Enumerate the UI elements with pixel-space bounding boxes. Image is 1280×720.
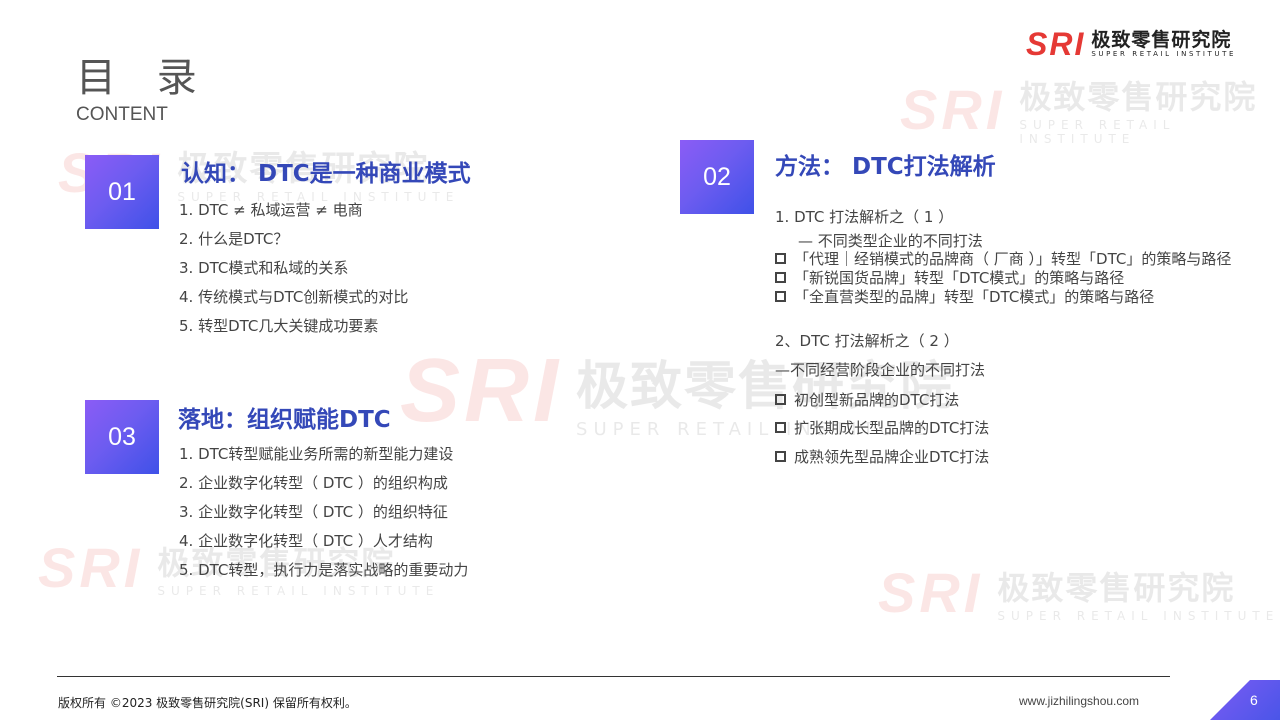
website-link[interactable]: www.jizhilingshou.com [1019, 694, 1139, 708]
logo-cn-name: 极致零售研究院 [1091, 28, 1232, 51]
watermark-cn: 极致零售研究院 [997, 568, 1236, 607]
section-title: 认知： DTC是一种商业模式 [181, 161, 471, 187]
watermark: SRI 极致零售研究院SUPER RETAIL INSTITUTE [900, 72, 1280, 147]
page-title: 目 录 [76, 55, 211, 101]
section-list: 1. DTC ≠ 私域运营 ≠ 电商 2. 什么是DTC？ 3. DTC模式和私… [179, 199, 408, 344]
list-item: 3. 企业数字化转型（ DTC ）的组织特征 [179, 503, 448, 521]
subsection-subtitle: —不同经营阶段企业的不同打法 [775, 361, 986, 379]
logo-mark: SRI [1026, 26, 1086, 62]
page-number: 6 [1250, 692, 1258, 708]
copyright-text: 版权所有 ©2023 极致零售研究院(SRI) 保留所有权利。 [58, 696, 357, 710]
list-item: 扩张期成长型品牌的DTC打法 [775, 417, 989, 438]
list-item: 2. 什么是DTC？ [179, 230, 289, 248]
section-number-box: 02 [680, 140, 754, 214]
watermark: SRI 极致零售研究院SUPER RETAIL INSTITUTE [878, 560, 1279, 625]
section-title: 方法： DTC打法解析 [775, 154, 996, 180]
section-list: 1. DTC转型赋能业务所需的新型能力建设 2. 企业数字化转型（ DTC ）的… [179, 443, 468, 588]
footer-divider [57, 676, 1170, 677]
watermark-en: SUPER RETAIL INSTITUTE [997, 608, 1280, 623]
section-title: 落地：组织赋能DTC [178, 407, 391, 433]
list-item: 4. 传统模式与DTC创新模式的对比 [179, 288, 409, 306]
section-number-box: 03 [85, 400, 159, 474]
checkbox-square-icon [775, 451, 786, 462]
list-item: 4. 企业数字化转型（ DTC ）人才结构 [179, 532, 433, 550]
subsection-heading: 1. DTC 打法解析之（ 1 ） [775, 208, 954, 226]
watermark-en: SUPER RETAIL INSTITUTE [1019, 118, 1176, 146]
page-corner-decoration [1210, 680, 1280, 720]
watermark-logo-mark: SRI [878, 561, 984, 624]
brand-logo: SRI 极致零售研究院 SUPER RETAIL INSTITUTE [1026, 28, 1236, 60]
checkbox-square-icon [775, 422, 786, 433]
list-item: 「代理｜经销模式的品牌商（ 厂商 ）」转型「DTC」的策略与路径 [775, 248, 1231, 269]
subsection-heading: 2、DTC 打法解析之（ 2 ） [775, 332, 959, 350]
page-subtitle: CONTENT [76, 104, 168, 125]
list-item: 初创型新品牌的DTC打法 [775, 389, 959, 410]
checkbox-square-icon [775, 272, 786, 283]
checkbox-square-icon [775, 291, 786, 302]
list-item: 3. DTC模式和私域的关系 [179, 259, 349, 277]
checkbox-square-icon [775, 394, 786, 405]
list-item: 「新锐国货品牌」转型「DTC模式」的策略与路径 [775, 267, 1124, 288]
section-number-box: 01 [85, 155, 159, 229]
logo-en-name: SUPER RETAIL INSTITUTE [1091, 50, 1237, 59]
list-item: 5. DTC转型，执行力是落实战略的重要动力 [179, 561, 469, 579]
list-item: 5. 转型DTC几大关键成功要素 [179, 317, 379, 335]
watermark-logo-mark: SRI [400, 341, 563, 441]
list-item: 成熟领先型品牌企业DTC打法 [775, 446, 989, 467]
watermark-cn: 极致零售研究院 [1019, 78, 1258, 116]
list-item: 「全直营类型的品牌」转型「DTC模式」的策略与路径 [775, 286, 1154, 307]
watermark-logo-mark: SRI [900, 77, 1006, 141]
watermark-logo-mark: SRI [38, 536, 144, 599]
checkbox-square-icon [775, 253, 786, 264]
list-item: 2. 企业数字化转型（ DTC ）的组织构成 [179, 474, 448, 492]
list-item: 1. DTC转型赋能业务所需的新型能力建设 [179, 445, 454, 463]
list-item: 1. DTC ≠ 私域运营 ≠ 电商 [179, 201, 363, 219]
